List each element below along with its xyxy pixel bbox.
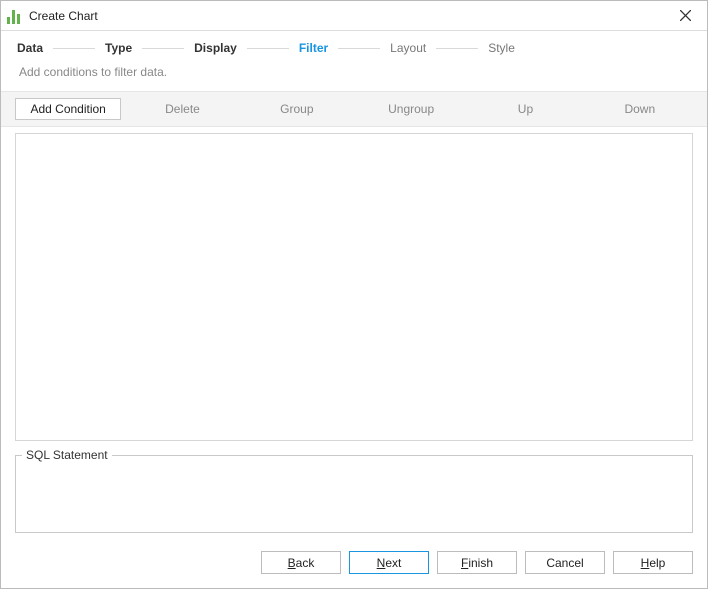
btn-rest: elp (649, 556, 665, 570)
filter-toolbar: Add Condition Delete Group Ungroup Up Do… (1, 91, 707, 127)
mnemonic: B (288, 556, 296, 570)
step-type[interactable]: Type (103, 41, 134, 55)
add-condition-button[interactable]: Add Condition (15, 98, 121, 120)
window-title: Create Chart (29, 9, 98, 23)
step-separator (436, 48, 478, 49)
step-style[interactable]: Style (486, 41, 517, 55)
wizard-footer: Back Next Finish Cancel Help (1, 541, 707, 588)
titlebar: Create Chart (1, 1, 707, 31)
step-layout[interactable]: Layout (388, 41, 428, 55)
back-button[interactable]: Back (261, 551, 341, 574)
step-separator (142, 48, 184, 49)
close-icon (680, 10, 691, 21)
content-area: SQL Statement (1, 127, 707, 541)
close-button[interactable] (671, 5, 699, 27)
btn-rest: ack (296, 556, 315, 570)
sql-statement-panel: SQL Statement (15, 455, 693, 533)
help-button[interactable]: Help (613, 551, 693, 574)
step-data[interactable]: Data (15, 41, 45, 55)
step-display[interactable]: Display (192, 41, 239, 55)
move-down-button: Down (587, 98, 693, 120)
ungroup-button: Ungroup (358, 98, 464, 120)
btn-rest: ext (385, 556, 401, 570)
chart-icon (7, 8, 23, 24)
wizard-steps: Data Type Display Filter Layout Style (1, 31, 707, 63)
finish-button[interactable]: Finish (437, 551, 517, 574)
sql-legend: SQL Statement (22, 448, 112, 462)
move-up-button: Up (472, 98, 578, 120)
step-separator (338, 48, 380, 49)
delete-button: Delete (129, 98, 235, 120)
page-subtitle: Add conditions to filter data. (1, 63, 707, 91)
step-separator (247, 48, 289, 49)
btn-rest: inish (468, 556, 493, 570)
step-filter[interactable]: Filter (297, 41, 330, 55)
cancel-button[interactable]: Cancel (525, 551, 605, 574)
step-separator (53, 48, 95, 49)
group-button: Group (244, 98, 350, 120)
conditions-list[interactable] (15, 133, 693, 441)
next-button[interactable]: Next (349, 551, 429, 574)
